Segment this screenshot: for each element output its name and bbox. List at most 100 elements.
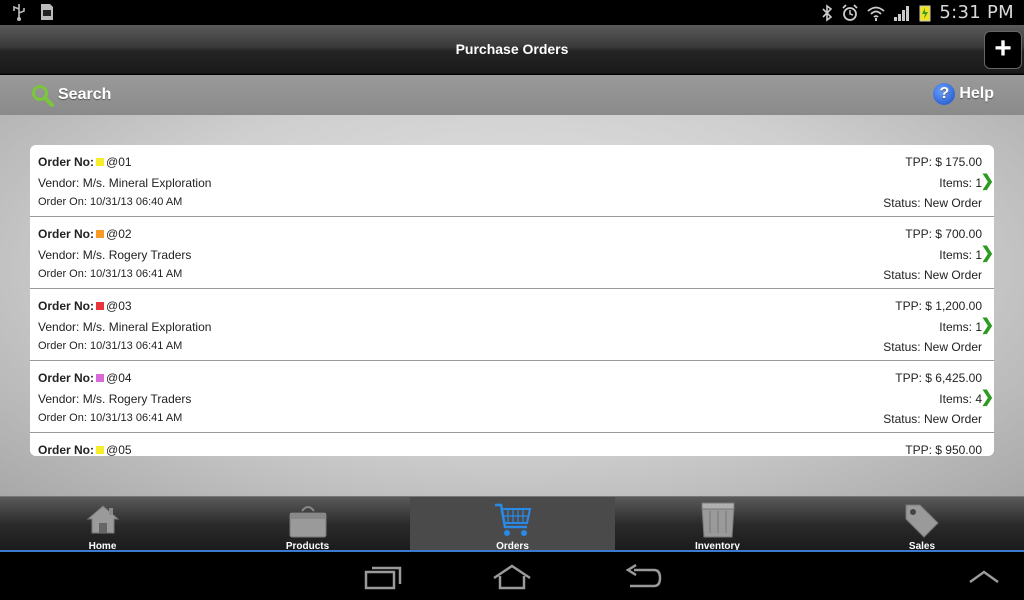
items-label: Items:: [939, 248, 972, 262]
order-number-line: Order No: @02: [38, 227, 132, 241]
help-button[interactable]: ? Help: [933, 83, 994, 105]
help-icon: ?: [933, 83, 956, 105]
tpp-value: $ 6,425.00: [925, 371, 982, 385]
status-value: New Order: [923, 340, 982, 354]
chevron-right-icon[interactable]: ❯: [981, 315, 994, 335]
signal-icon: [894, 5, 910, 21]
order-row[interactable]: Order No: @03 Vendor: M/s. Mineral Explor…: [30, 289, 994, 361]
order-row[interactable]: Order No: @02 Vendor: M/s. Rogery Traders…: [30, 217, 994, 289]
price-tag-icon: [905, 504, 939, 538]
tpp-label: TPP:: [905, 155, 932, 169]
chevron-up-icon[interactable]: [968, 570, 1000, 584]
status-line: Status: New Order: [883, 196, 982, 210]
search-label: Search: [58, 86, 112, 103]
inventory-bin-icon: [700, 502, 735, 538]
bluetooth-icon: [822, 3, 833, 22]
search-icon: [32, 85, 54, 107]
vendor-name: M/s. Mineral Exploration: [82, 320, 212, 334]
status-value: New Order: [923, 412, 982, 426]
orders-list[interactable]: Order No: @01 Vendor: M/s. Mineral Explor…: [30, 145, 994, 456]
vendor-label: Vendor:: [38, 176, 80, 190]
order-color-marker: [96, 158, 105, 166]
order-number-line: Order No: @03: [38, 299, 132, 313]
alarm-icon: [842, 3, 858, 21]
sd-card-icon: [41, 4, 53, 20]
status-label: Status:: [883, 268, 921, 282]
order-number-line: Order No: @05: [38, 443, 132, 456]
tpp-label: TPP:: [895, 299, 922, 313]
back-icon[interactable]: [624, 564, 662, 590]
items-label: Items:: [939, 176, 972, 190]
order-date-line: Order On: 10/31/13 06:40 AM: [38, 196, 182, 208]
help-label: Help: [959, 85, 994, 102]
vendor-line: Vendor: M/s. Mineral Exploration: [38, 176, 211, 190]
bottom-tab-bar: Home Products Orders Inventory Sales: [0, 496, 1024, 553]
status-label: Status:: [883, 412, 921, 426]
order-row[interactable]: Order No: @01 Vendor: M/s. Mineral Explor…: [30, 145, 994, 217]
add-order-button[interactable]: +: [984, 31, 1022, 69]
usb-icon: [13, 4, 25, 21]
tpp-value: $ 700.00: [935, 227, 982, 241]
vendor-label: Vendor:: [38, 248, 80, 262]
items-line: Items: 1: [939, 248, 982, 262]
tpp-label: TPP:: [905, 443, 932, 456]
items-label: Items:: [939, 392, 972, 406]
tab-inventory[interactable]: Inventory: [615, 497, 820, 553]
home-icon: [86, 505, 119, 534]
order-date: 10/31/13 06:41 AM: [89, 268, 183, 280]
system-nav-bar: [0, 552, 1024, 600]
status-label: Status:: [883, 196, 921, 210]
vendor-label: Vendor:: [38, 392, 80, 406]
home-nav-icon[interactable]: [492, 564, 532, 590]
order-date-line: Order On: 10/31/13 06:41 AM: [38, 340, 182, 352]
tpp-label: TPP:: [905, 227, 932, 241]
order-color-marker: [96, 374, 105, 382]
order-color-marker: [96, 230, 105, 238]
products-box-icon: [289, 506, 326, 538]
status-value: New Order: [923, 196, 982, 210]
vendor-label: Vendor:: [38, 320, 80, 334]
recent-apps-icon[interactable]: [364, 564, 402, 590]
chevron-right-icon[interactable]: ❯: [981, 171, 994, 191]
order-row[interactable]: Order No: @05 TPP: $ 950.00: [30, 433, 994, 456]
chevron-right-icon[interactable]: ❯: [981, 243, 994, 263]
order-date: 10/31/13 06:41 AM: [89, 340, 183, 352]
order-date-line: Order On: 10/31/13 06:41 AM: [38, 268, 182, 280]
order-no-label: Order No:: [38, 371, 95, 385]
search-button[interactable]: Search: [30, 83, 111, 107]
vendor-line: Vendor: M/s. Mineral Exploration: [38, 320, 211, 334]
tab-orders[interactable]: Orders: [410, 497, 615, 553]
tpp-value: $ 175.00: [935, 155, 982, 169]
vendor-line: Vendor: M/s. Rogery Traders: [38, 248, 191, 262]
chevron-right-icon[interactable]: ❯: [981, 387, 994, 407]
order-date-label: Order On:: [38, 268, 87, 280]
order-no-label: Order No:: [38, 299, 95, 313]
order-number: @04: [106, 371, 132, 385]
tab-home[interactable]: Home: [0, 497, 205, 553]
status-bar: 5:31 PM: [0, 0, 1024, 25]
order-date-line: Order On: 10/31/13 06:41 AM: [38, 412, 182, 424]
order-row[interactable]: Order No: @04 Vendor: M/s. Rogery Traders…: [30, 361, 994, 433]
shopping-cart-icon: [494, 503, 531, 536]
order-number: @01: [106, 155, 132, 169]
order-number: @02: [106, 227, 132, 241]
order-number: @05: [106, 443, 132, 456]
order-date-label: Order On:: [38, 412, 87, 424]
tab-sales[interactable]: Sales: [820, 497, 1024, 553]
tab-products[interactable]: Products: [205, 497, 410, 553]
order-number-line: Order No: @04: [38, 371, 132, 385]
title-bar: Purchase Orders +: [0, 25, 1024, 74]
items-line: Items: 4: [939, 392, 982, 406]
main-content: Order No: @01 Vendor: M/s. Mineral Explor…: [0, 115, 1024, 496]
tpp-line: TPP: $ 700.00: [905, 227, 982, 241]
status-label: Status:: [883, 340, 921, 354]
toolbar: Search ? Help: [0, 75, 1024, 115]
order-date-label: Order On:: [38, 340, 87, 352]
order-color-marker: [96, 446, 105, 454]
tpp-value: $ 950.00: [935, 443, 982, 456]
order-color-marker: [96, 302, 105, 310]
items-line: Items: 1: [939, 176, 982, 190]
vendor-line: Vendor: M/s. Rogery Traders: [38, 392, 191, 406]
items-label: Items:: [939, 320, 972, 334]
tpp-value: $ 1,200.00: [925, 299, 982, 313]
